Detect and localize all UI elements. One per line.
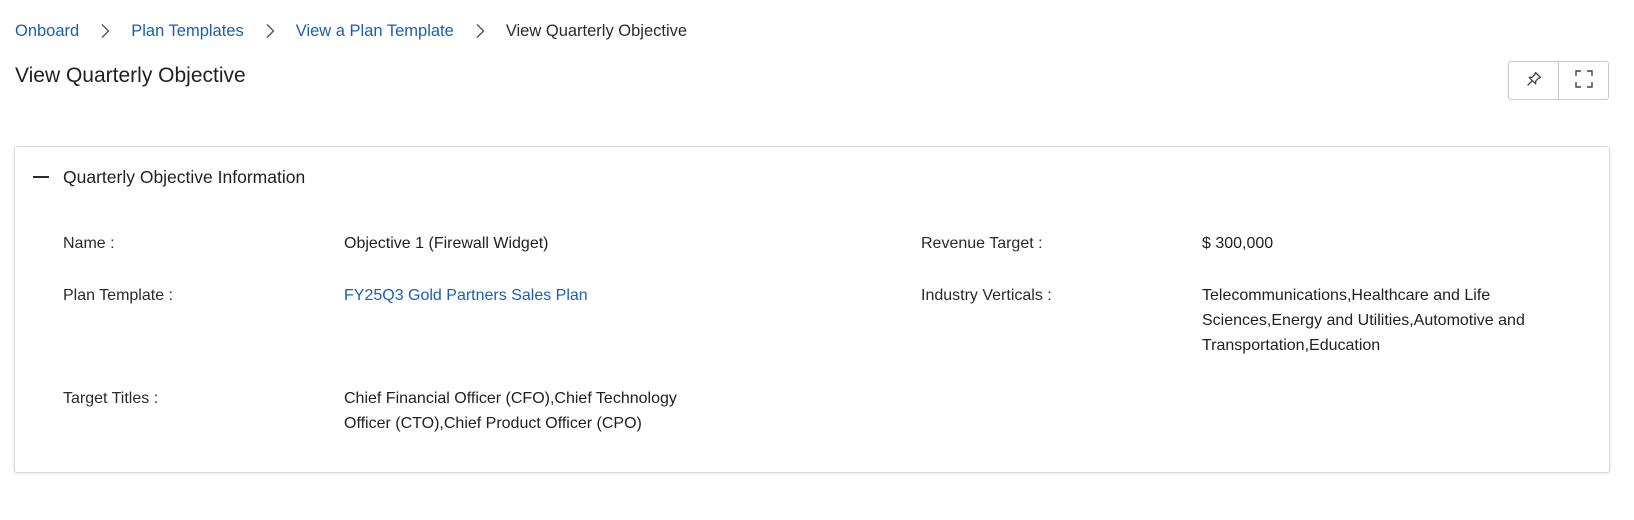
- industry-verticals-value: Telecommunications,Healthcare and Life S…: [1202, 283, 1582, 358]
- section-title: Quarterly Objective Information: [63, 166, 306, 187]
- industry-verticals-line: Sciences,Energy and Utilities,Automotive…: [1202, 312, 1525, 329]
- pin-button[interactable]: [1509, 62, 1558, 99]
- page-toolbar: [1508, 61, 1609, 100]
- breadcrumb: Onboard Plan Templates View a Plan Templ…: [15, 19, 687, 43]
- page: Onboard Plan Templates View a Plan Templ…: [0, 0, 1634, 520]
- industry-verticals-line: Telecommunications,Healthcare and Life: [1202, 287, 1491, 304]
- target-titles-label: Target Titles :: [63, 390, 159, 407]
- target-titles-line: Officer (CTO),Chief Product Officer (CPO…: [344, 415, 642, 432]
- section-header-toggle[interactable]: Quarterly Objective Information: [33, 163, 305, 191]
- chevron-right-icon: [244, 23, 296, 39]
- collapse-icon: [33, 176, 49, 178]
- fullscreen-button[interactable]: [1558, 62, 1608, 99]
- industry-verticals-line: Transportation,Education: [1202, 337, 1381, 354]
- breadcrumb-plan-templates[interactable]: Plan Templates: [131, 22, 244, 41]
- target-titles-line: Chief Financial Officer (CFO),Chief Tech…: [344, 390, 677, 407]
- target-titles-value: Chief Financial Officer (CFO),Chief Tech…: [344, 386, 724, 436]
- name-label: Name :: [63, 235, 115, 252]
- breadcrumb-onboard[interactable]: Onboard: [15, 22, 79, 41]
- name-value: Objective 1 (Firewall Widget): [344, 235, 549, 252]
- breadcrumb-view-plan-template[interactable]: View a Plan Template: [296, 22, 454, 41]
- breadcrumb-current: View Quarterly Objective: [505, 21, 688, 40]
- plan-template-link[interactable]: FY25Q3 Gold Partners Sales Plan: [344, 287, 588, 304]
- chevron-right-icon: [79, 23, 131, 39]
- revenue-target-value: $ 300,000: [1202, 235, 1274, 252]
- pin-icon: [1525, 70, 1543, 91]
- plan-template-label: Plan Template :: [63, 287, 173, 304]
- industry-verticals-label: Industry Verticals :: [921, 287, 1052, 304]
- page-title: View Quarterly Objective: [15, 64, 246, 87]
- expand-icon: [1574, 69, 1594, 92]
- chevron-right-icon: [454, 23, 506, 39]
- revenue-target-label: Revenue Target :: [921, 235, 1043, 252]
- quarterly-objective-card: Quarterly Objective Information Name : O…: [14, 146, 1610, 473]
